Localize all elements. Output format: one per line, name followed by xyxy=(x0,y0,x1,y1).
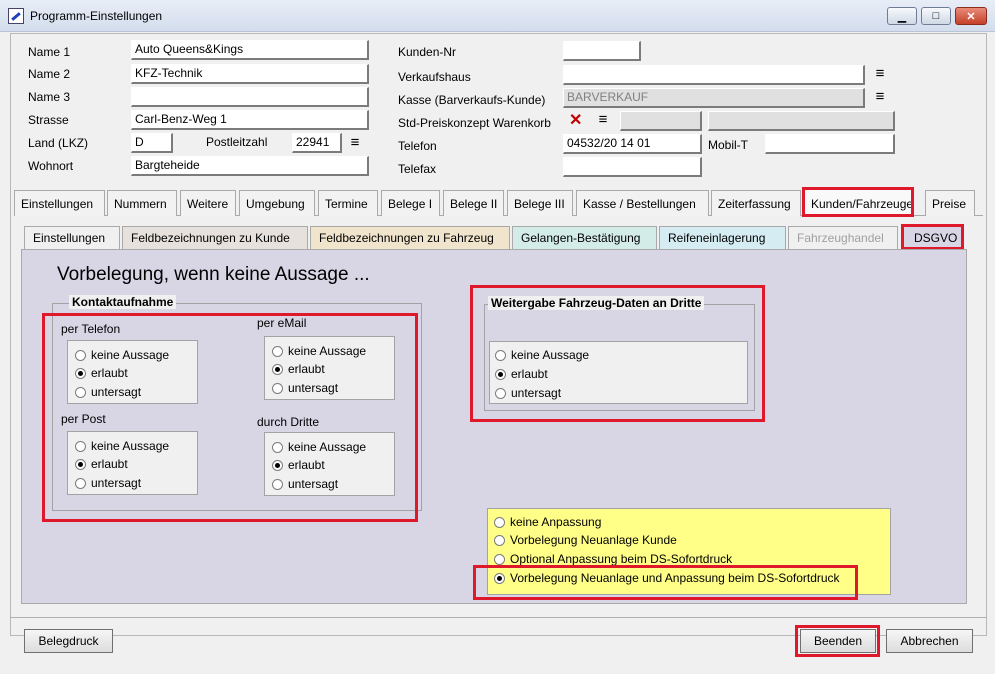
panel-heading: Vorbelegung, wenn keine Aussage ... xyxy=(57,264,370,285)
clear-icon[interactable]: ✕ xyxy=(569,110,582,130)
register-label: Kasse (Barverkaufs-Kunde) xyxy=(398,93,546,107)
city-field[interactable]: Bargteheide xyxy=(131,156,369,176)
third-allowed-radio[interactable]: erlaubt xyxy=(272,458,325,472)
tab-belege-3[interactable]: Belege III xyxy=(507,190,573,216)
third-none-radio[interactable]: keine Aussage xyxy=(272,440,366,454)
price-name-field[interactable] xyxy=(708,111,895,131)
country-label: Land (LKZ) xyxy=(28,136,89,150)
register-field[interactable]: BARVERKAUF xyxy=(563,88,865,108)
tab-einstellungen[interactable]: Einstellungen xyxy=(14,190,105,216)
store-label: Verkaufshaus xyxy=(398,70,471,84)
cancel-button[interactable]: Abbrechen xyxy=(886,629,973,653)
post-pref-group: keine Aussage erlaubt untersagt xyxy=(67,431,198,495)
subtab-einstellungen[interactable]: Einstellungen xyxy=(24,226,120,249)
zip-field[interactable]: 22941 xyxy=(292,133,342,153)
tab-preise[interactable]: Preise xyxy=(925,190,975,216)
post-none-radio[interactable]: keine Aussage xyxy=(75,439,169,453)
name3-label: Name 3 xyxy=(28,90,71,104)
title-bar: Programm-Einstellungen ▁ □ ✕ xyxy=(0,0,995,32)
phone-pref-title: per Telefon xyxy=(61,322,121,336)
adjust-optional-radio[interactable]: Optional Anpassung beim DS-Sofortdruck xyxy=(494,552,732,566)
phone-label: Telefon xyxy=(398,139,437,153)
fax-field[interactable] xyxy=(563,157,702,177)
third-pref-group: keine Aussage erlaubt untersagt xyxy=(264,432,395,496)
register-list-icon[interactable] xyxy=(874,91,886,102)
phone-field[interactable]: 04532/20 14 01 xyxy=(563,134,702,154)
zip-list-icon[interactable] xyxy=(349,137,361,148)
price-label: Std-Preiskonzept Warenkorb xyxy=(398,116,551,130)
tab-termine[interactable]: Termine xyxy=(318,190,378,216)
subtab-fahrzeughandel[interactable]: Fahrzeughandel xyxy=(788,226,898,249)
email-none-radio[interactable]: keine Aussage xyxy=(272,344,366,358)
adjust-new-customer-radio[interactable]: Vorbelegung Neuanlage Kunde xyxy=(494,533,677,547)
adjust-highlight xyxy=(473,565,858,600)
phone-allowed-radio[interactable]: erlaubt xyxy=(75,366,128,380)
name1-label: Name 1 xyxy=(28,45,71,59)
subtab-gelangen[interactable]: Gelangen-Bestätigung xyxy=(512,226,657,249)
name1-field[interactable]: Auto Queens&Kings xyxy=(131,40,369,60)
fax-label: Telefax xyxy=(398,162,437,176)
name2-field[interactable]: KFZ-Technik xyxy=(131,64,369,84)
finish-highlight xyxy=(795,625,880,657)
maximize-button[interactable]: □ xyxy=(921,7,951,25)
street-field[interactable]: Carl-Benz-Weg 1 xyxy=(131,110,369,130)
zip-label: Postleitzahl xyxy=(206,135,268,149)
store-field[interactable] xyxy=(563,65,865,85)
tab-belege-1[interactable]: Belege I xyxy=(381,190,440,216)
subtab-feld-kunde[interactable]: Feldbezeichnungen zu Kunde xyxy=(122,226,308,249)
minimize-button[interactable]: ▁ xyxy=(887,7,917,25)
email-forbidden-radio[interactable]: untersagt xyxy=(272,381,338,395)
contact-group-title: Kontaktaufnahme xyxy=(69,295,177,309)
subtab-feld-fahrzeug[interactable]: Feldbezeichnungen zu Fahrzeug xyxy=(310,226,510,249)
email-pref-title: per eMail xyxy=(257,316,307,330)
bottom-separator xyxy=(10,617,987,618)
tab-umgebung[interactable]: Umgebung xyxy=(239,190,315,216)
tab-belege-2[interactable]: Belege II xyxy=(443,190,504,216)
city-label: Wohnort xyxy=(28,159,74,173)
price-code-field[interactable] xyxy=(620,111,702,131)
tab-kunden-fahrzeuge[interactable]: Kunden/Fahrzeuge xyxy=(802,187,914,217)
app-icon xyxy=(8,8,24,24)
third-pref-title: durch Dritte xyxy=(257,415,320,429)
close-button[interactable]: ✕ xyxy=(955,7,987,25)
price-list-icon[interactable] xyxy=(597,114,609,125)
window-title: Programm-Einstellungen xyxy=(30,9,163,23)
post-pref-title: per Post xyxy=(61,412,106,426)
country-field[interactable]: D xyxy=(131,133,173,153)
mobile-field[interactable] xyxy=(765,134,895,154)
mobile-label: Mobil-T xyxy=(708,138,749,152)
vehicle-forbidden-radio[interactable]: untersagt xyxy=(495,386,561,400)
phone-none-radio[interactable]: keine Aussage xyxy=(75,348,169,362)
vehicle-none-radio[interactable]: keine Aussage xyxy=(495,348,589,362)
post-forbidden-radio[interactable]: untersagt xyxy=(75,476,141,490)
print-button[interactable]: Belegdruck xyxy=(24,629,113,653)
street-label: Strasse xyxy=(28,113,69,127)
vehicle-pref-group: keine Aussage erlaubt untersagt xyxy=(489,341,748,404)
phone-forbidden-radio[interactable]: untersagt xyxy=(75,385,141,399)
tab-weitere[interactable]: Weitere xyxy=(180,190,236,216)
post-allowed-radio[interactable]: erlaubt xyxy=(75,457,128,471)
custno-label: Kunden-Nr xyxy=(398,45,457,59)
email-pref-group: keine Aussage erlaubt untersagt xyxy=(264,336,395,400)
custno-field[interactable] xyxy=(563,41,641,61)
adjust-none-radio[interactable]: keine Anpassung xyxy=(494,515,601,529)
third-forbidden-radio[interactable]: untersagt xyxy=(272,477,338,491)
subtab-dsgvo[interactable]: DSGVO xyxy=(901,224,964,250)
tab-zeiterfassung[interactable]: Zeiterfassung xyxy=(711,190,801,216)
vehicle-allowed-radio[interactable]: erlaubt xyxy=(495,367,548,381)
tab-nummern[interactable]: Nummern xyxy=(107,190,177,216)
store-list-icon[interactable] xyxy=(874,68,886,79)
name3-field[interactable] xyxy=(131,87,369,107)
tab-kasse-bestellungen[interactable]: Kasse / Bestellungen xyxy=(576,190,709,216)
name2-label: Name 2 xyxy=(28,67,71,81)
subtab-reifen[interactable]: Reifeneinlagerung xyxy=(659,226,786,249)
email-allowed-radio[interactable]: erlaubt xyxy=(272,362,325,376)
phone-pref-group: keine Aussage erlaubt untersagt xyxy=(67,340,198,404)
